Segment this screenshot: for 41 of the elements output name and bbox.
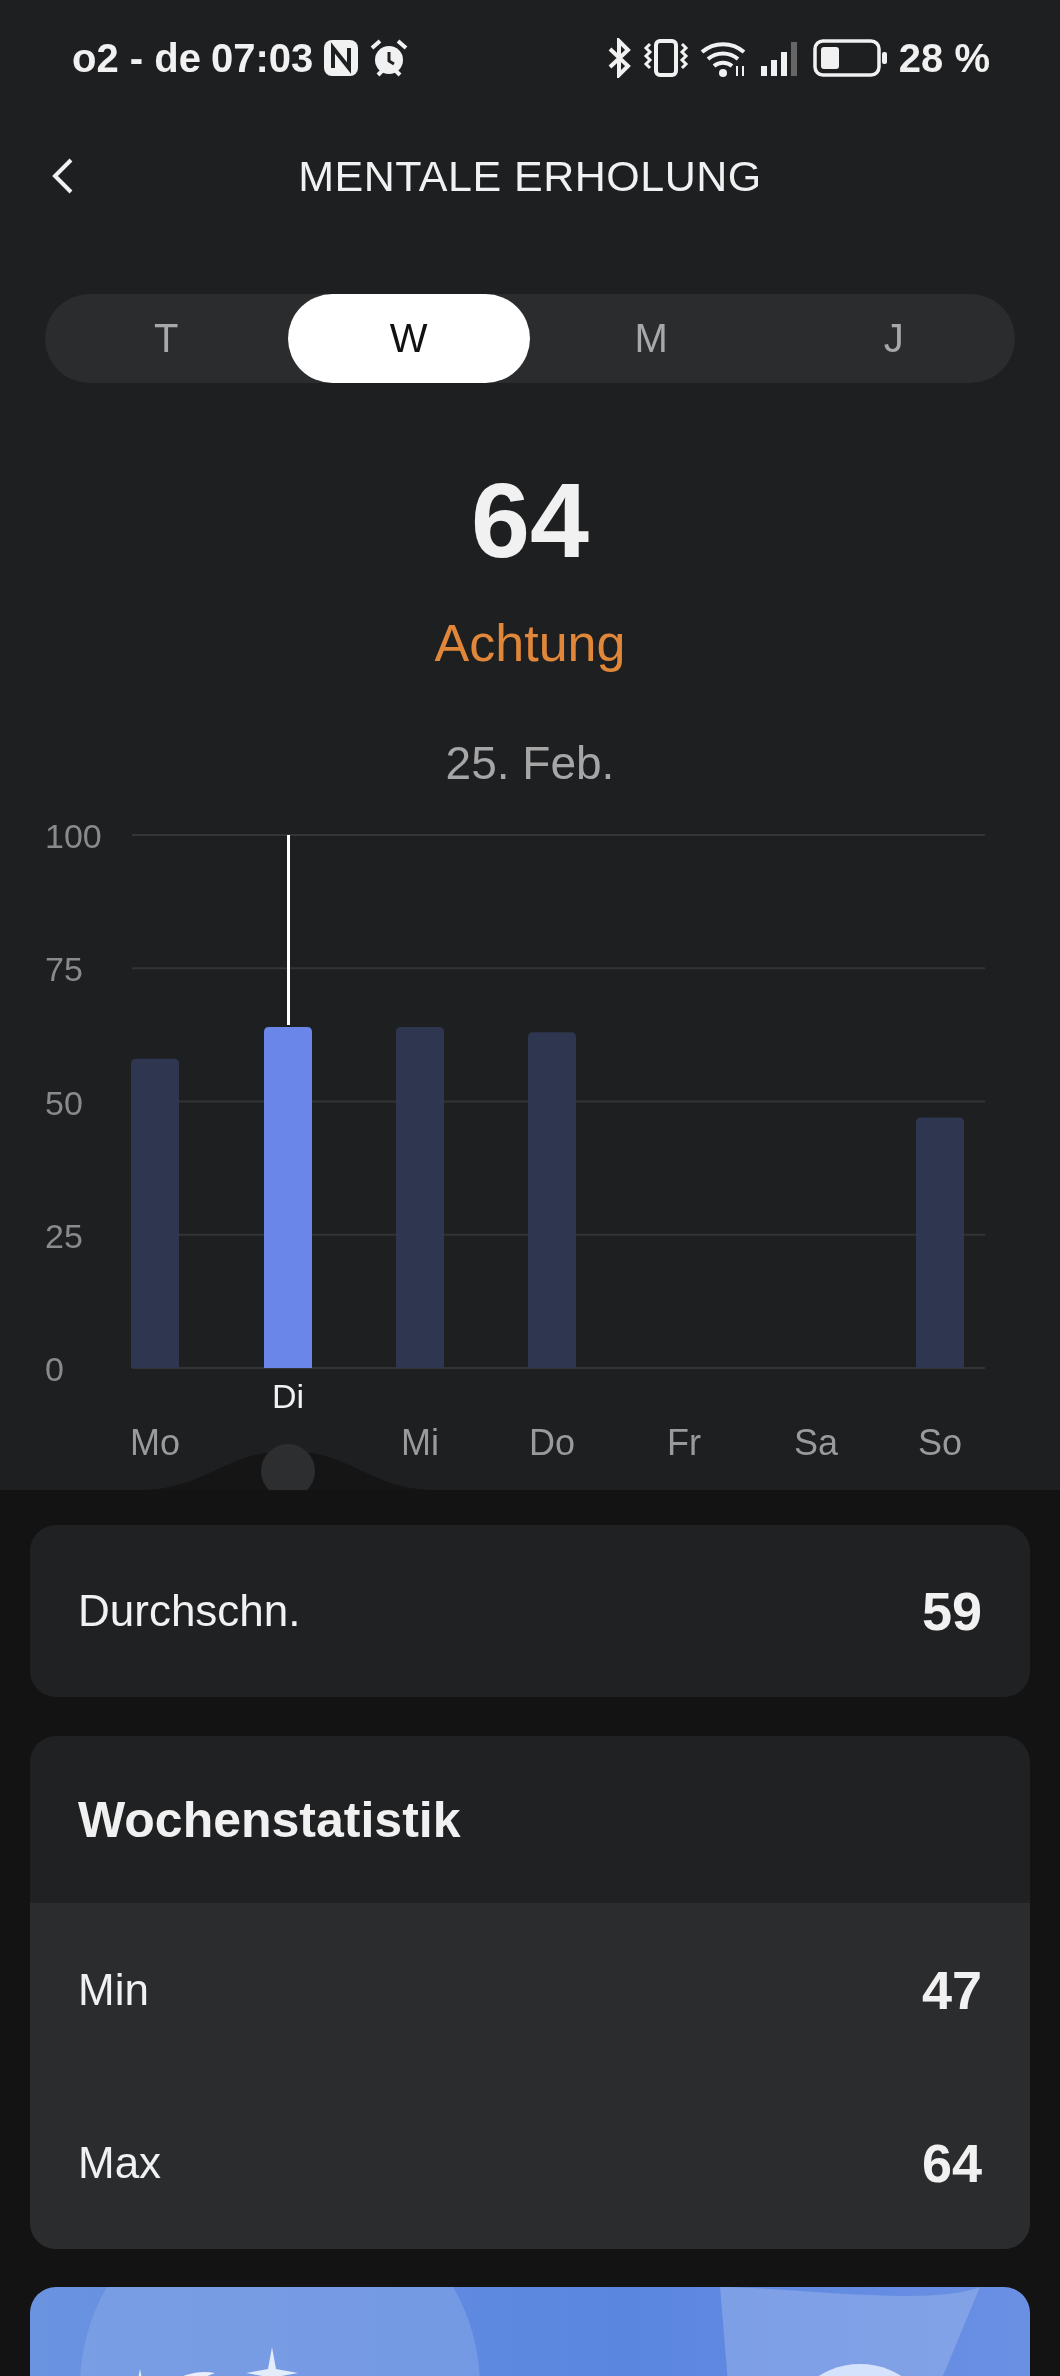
period-tab[interactable]: W bbox=[287, 294, 530, 383]
bar[interactable] bbox=[264, 1026, 312, 1368]
axis-tick-label: 75 bbox=[45, 950, 83, 989]
day-label[interactable]: So bbox=[918, 1422, 962, 1463]
alarm-icon bbox=[369, 38, 410, 78]
bar[interactable] bbox=[396, 1026, 444, 1368]
day-label[interactable]: Mi bbox=[401, 1422, 439, 1463]
day-label[interactable]: Mo bbox=[130, 1422, 180, 1463]
bar[interactable] bbox=[528, 1032, 576, 1368]
period-tab[interactable]: J bbox=[772, 294, 1015, 383]
axis-tick-label: 50 bbox=[45, 1083, 83, 1122]
day-label[interactable]: Di bbox=[271, 1377, 305, 1415]
average-value: 59 bbox=[921, 1580, 982, 1642]
stat-label: Min bbox=[78, 1964, 149, 2015]
card-title: Wochenstatistik bbox=[78, 1790, 461, 1849]
axis-tick-label: 0 bbox=[45, 1350, 64, 1388]
period-tab[interactable]: M bbox=[530, 294, 773, 383]
average-label: Durchschn. bbox=[78, 1586, 301, 1636]
date-text: 25. Feb. bbox=[445, 736, 615, 791]
battery-percent: 28 % bbox=[898, 35, 990, 81]
stat-label: Max bbox=[78, 2137, 162, 2188]
bar[interactable] bbox=[131, 1058, 179, 1368]
day-label[interactable]: Fr bbox=[667, 1422, 701, 1463]
axis-tick-label: 25 bbox=[45, 1216, 83, 1255]
day-label[interactable]: Do bbox=[529, 1422, 575, 1463]
day-label[interactable]: Sa bbox=[794, 1422, 838, 1463]
page-title: MENTALE ERHOLUNG bbox=[298, 151, 762, 201]
stat-value: 47 bbox=[921, 1958, 982, 2021]
period-tab[interactable]: T bbox=[45, 294, 288, 383]
bar[interactable] bbox=[916, 1117, 964, 1368]
status-text: Achtung bbox=[434, 613, 626, 673]
stat-value: 64 bbox=[921, 2131, 982, 2194]
bluetooth-icon bbox=[606, 38, 633, 78]
vibrate-icon bbox=[642, 38, 689, 78]
battery-icon bbox=[812, 38, 889, 78]
axis-tick-label: 100 bbox=[45, 817, 102, 855]
score-value: 64 bbox=[471, 460, 589, 580]
clock-time: 07:03 bbox=[210, 35, 314, 81]
nfc-icon bbox=[323, 39, 360, 77]
carrier-text: o2 - de bbox=[72, 35, 201, 81]
selection-handle[interactable] bbox=[261, 1444, 315, 1490]
